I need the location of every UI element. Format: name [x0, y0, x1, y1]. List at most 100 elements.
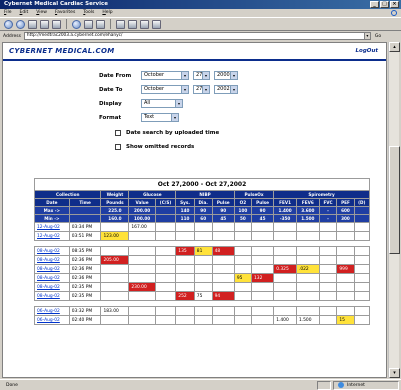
reading-cell [154, 264, 177, 274]
reading-cell [100, 246, 130, 256]
reading-cell [318, 273, 338, 283]
reading-cell [154, 306, 177, 316]
date-from-row: Date From October ▾ 27 ▾ 2000 ▾ [99, 71, 242, 80]
date-link[interactable]: 08-Aug-02 [37, 285, 60, 290]
table-row: 08-Aug-02 02:36 PM 205.00 [34, 255, 371, 265]
column-header: (C/S) [154, 198, 177, 207]
reading-cell [175, 273, 195, 283]
stop-icon[interactable] [28, 19, 37, 29]
menu-file[interactable]: File [4, 9, 12, 17]
discuss-icon[interactable] [152, 19, 161, 29]
menu-tools[interactable]: Tools [83, 9, 94, 17]
reading-cell [154, 222, 177, 232]
column-header: FEV1 [273, 198, 297, 207]
vertical-scrollbar[interactable]: ▴ ▾ [388, 42, 400, 378]
maximize-button[interactable]: □ [380, 1, 389, 8]
date-from-month-select[interactable]: October ▾ [141, 71, 189, 80]
date-from-year-select[interactable]: 2000 ▾ [214, 71, 238, 80]
date-link[interactable]: 06-Aug-02 [37, 309, 60, 314]
edit-icon[interactable] [140, 19, 149, 29]
date-from-day-select[interactable]: 27 ▾ [193, 71, 210, 80]
date-to-month-value: October [144, 86, 165, 92]
go-button[interactable]: Go [375, 34, 381, 39]
menu-favorites[interactable]: Favorites [55, 9, 75, 17]
display-select[interactable]: All ▾ [141, 99, 183, 108]
menu-help[interactable]: Help [102, 9, 112, 17]
reading-cell [318, 315, 338, 325]
date-link[interactable]: 08-Aug-02 [37, 294, 60, 299]
history-icon[interactable] [96, 19, 105, 29]
table-row: 08-Aug-02 02:35 PM 252 75 94 [34, 291, 371, 301]
date-link[interactable]: 12-Aug-02 [37, 234, 60, 239]
date-link[interactable]: 08-Aug-02 [37, 258, 60, 263]
site-logo[interactable]: CYBERNET MEDICAL.COM [9, 47, 114, 55]
date-link[interactable]: 08-Aug-02 [37, 249, 60, 254]
title-bar: Cybernet Medical Cardiac Service _ □ × [0, 0, 401, 9]
format-select[interactable]: Text ▾ [141, 113, 179, 122]
date-to-day-select[interactable]: 27 ▾ [193, 85, 210, 94]
date-link[interactable]: 08-Aug-02 [37, 276, 60, 281]
mail-icon[interactable] [116, 19, 125, 29]
max-limit-cell: 225.0 [100, 206, 130, 215]
max-limit-cell [68, 206, 102, 215]
omitted-records-checkbox[interactable] [115, 144, 121, 150]
forward-icon[interactable] [16, 19, 25, 29]
logout-link[interactable]: LogOut [356, 48, 378, 54]
reading-cell [250, 246, 275, 256]
reading-cell [211, 282, 235, 292]
print-icon[interactable] [128, 19, 137, 29]
reading-cell [193, 273, 213, 283]
reading-cell [273, 255, 297, 265]
search-icon[interactable] [72, 19, 81, 29]
reading-cell [336, 255, 355, 265]
reading-cell [128, 246, 156, 256]
min-limit-cell: 1.500 [295, 214, 320, 223]
group-pulseox: PulseOx [233, 190, 275, 199]
scroll-up-icon[interactable]: ▴ [389, 42, 400, 52]
reading-cell [193, 306, 213, 316]
favorites-icon[interactable] [84, 19, 93, 29]
scroll-thumb[interactable] [389, 146, 400, 254]
address-bar: Address http://medtrac2003.a.cybernet.co… [0, 31, 401, 41]
reading-cell [295, 282, 320, 292]
reading-cell [295, 291, 320, 301]
back-icon[interactable] [4, 19, 13, 29]
date-to-year-select[interactable]: 2002 ▾ [214, 85, 238, 94]
address-dropdown-icon[interactable]: ▾ [363, 33, 370, 39]
window-title: Cybernet Medical Cardiac Service [4, 1, 109, 7]
scroll-down-icon[interactable]: ▾ [389, 368, 400, 378]
date-to-month-select[interactable]: October ▾ [141, 85, 189, 94]
date-link[interactable]: 06-Aug-02 [37, 318, 60, 323]
security-zone: Internet [333, 380, 399, 390]
menu-edit[interactable]: Edit [20, 9, 29, 17]
min-limit-cell [353, 214, 371, 223]
reading-cell [353, 246, 371, 256]
address-input[interactable]: http://medtrac2003.a.cybernet.com/ehanyc… [23, 32, 371, 40]
reading-cell: 167.00 [128, 222, 156, 232]
reading-cell [295, 231, 320, 241]
reading-cell [250, 306, 275, 316]
min-limit-row: Min -> 160.0 100.00 110 60 45 50 45 -350 1.500-30… [34, 214, 371, 223]
upload-time-checkbox[interactable] [115, 130, 121, 136]
reading-cell [250, 222, 275, 232]
reading-cell [353, 282, 371, 292]
reading-cell [353, 222, 371, 232]
close-button[interactable]: × [390, 1, 399, 8]
display-value: All [144, 100, 151, 106]
home-icon[interactable] [52, 19, 61, 29]
table-row: 08-Aug-02 02:35 PM 230.00 [34, 282, 371, 292]
column-header: (D) [353, 198, 371, 207]
toolbar-divider [110, 19, 111, 29]
refresh-icon[interactable] [40, 19, 49, 29]
min-limit-cell [154, 214, 177, 223]
date-link[interactable]: 08-Aug-02 [37, 267, 60, 272]
chevron-down-icon: ▾ [230, 72, 237, 79]
menu-view[interactable]: View [36, 9, 47, 17]
reading-cell [233, 264, 252, 274]
reading-cell [100, 315, 130, 325]
reading-cell: 0.325 [273, 264, 297, 274]
reading-cell [273, 231, 297, 241]
date-link[interactable]: 12-Aug-02 [37, 225, 60, 230]
group-header-row: Collection Weight Glucose NIBP PulseOx S… [33, 190, 370, 199]
minimize-button[interactable]: _ [370, 1, 379, 8]
